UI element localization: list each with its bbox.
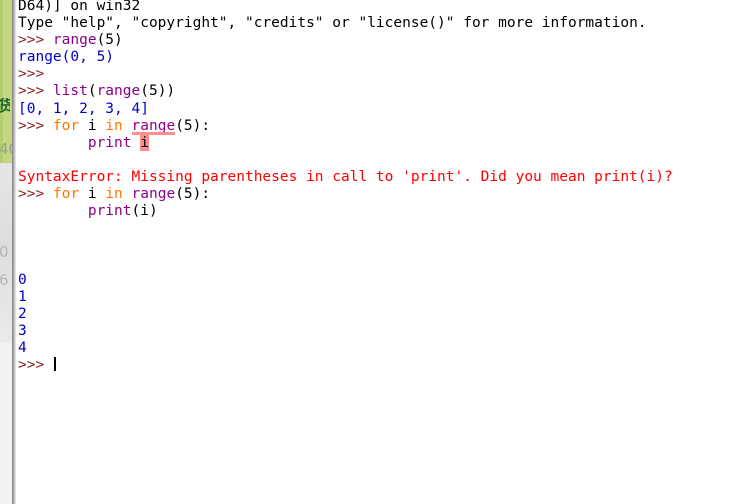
shell-line-banner-version[interactable]: D64)] on win32 [18,0,673,15]
shell-line-input-print-good[interactable]: print(i) [18,203,673,220]
shell-line-blank-2[interactable] [18,220,673,237]
token-keyword: in [105,186,123,203]
token-keyword: for [52,117,80,134]
shell-line-output-range05[interactable]: range(0, 5) [18,49,673,66]
token-builtin: list [52,83,88,100]
shell-line-blank-3[interactable] [18,237,673,254]
token-builtin-underline: range [131,117,176,134]
token-stderr: SyntaxError: Missing parentheses in call… [18,168,673,185]
token-builtin: print [87,134,132,151]
shell-line-output-4[interactable]: 4 [18,340,673,357]
token-normal [18,135,88,151]
token-normal: D64)] on win32 [18,0,141,14]
token-stdout: [0, 1, 2, 3, 4] [18,100,149,117]
shell-line-blank-4[interactable] [18,254,673,271]
background-number-40: 40 [0,142,12,157]
shell-line-prompt-active[interactable]: >>> [18,356,673,374]
token-stdout: 2 [18,305,27,322]
token-normal: (5): [175,186,211,203]
token-normal: (5)) [140,83,176,100]
token-normal: Type "help", "copyright", "credits" or "… [18,15,647,32]
text-caret [53,356,56,371]
token-stdout: 1 [18,288,27,305]
background-window-strip[interactable]: 货 40 0 6 [0,0,12,504]
background-green-edge [0,0,3,163]
shell-line-input-list-range5[interactable]: >>> list(range(5)) [18,83,673,100]
token-normal [18,203,88,219]
shell-line-output-2[interactable]: 2 [18,306,673,323]
token-error-highlight: i [140,134,149,151]
token-builtin: print [87,203,132,220]
shell-line-output-list[interactable]: [0, 1, 2, 3, 4] [18,101,673,118]
token-prompt: >>> [18,32,53,49]
token-normal [123,118,132,134]
background-number-0: 0 [0,245,9,260]
token-normal: (5): [175,117,211,134]
token-prompt: >>> [18,356,53,373]
token-normal: i [79,186,106,203]
token-prompt: >>> [18,83,53,100]
shell-line-blank-1[interactable] [18,152,673,169]
token-prompt: >>> [18,66,53,83]
shell-line-input-range5[interactable]: >>> range(5) [18,32,673,49]
token-builtin: range [52,32,97,49]
token-normal: (5) [96,32,123,49]
token-normal [123,186,132,202]
token-prompt: >>> [18,117,53,134]
token-builtin: range [96,83,141,100]
shell-line-banner-help[interactable]: Type "help", "copyright", "credits" or "… [18,15,673,32]
token-normal [132,135,141,151]
screen-root: 货 40 0 6 D64)] on win32Type "help", "cop… [0,0,731,504]
shell-line-output-0[interactable]: 0 [18,272,673,289]
shell-line-output-3[interactable]: 3 [18,323,673,340]
token-builtin: range [131,186,176,203]
shell-line-output-1[interactable]: 1 [18,289,673,306]
token-normal: (i) [131,203,158,220]
shell-transcript[interactable]: D64)] on win32 Type "help", "copyright", … [18,0,673,374]
idle-shell-text-area[interactable]: D64)] on win32 Type "help", "copyright", … [16,0,731,504]
shell-line-error-syntaxerror[interactable]: SyntaxError: Missing parentheses in call… [18,169,673,186]
token-normal: i [79,117,106,134]
background-number-6: 6 [0,273,9,288]
shell-line-prompt-empty[interactable]: >>> [18,66,673,83]
token-stdout: range(0, 5) [18,49,115,66]
token-stdout: 0 [18,271,27,288]
shell-line-input-for-good[interactable]: >>> for i in range(5): [18,186,673,203]
token-stdout: 3 [18,322,27,339]
token-keyword: in [105,117,123,134]
background-cjk-glyph: 货 [0,98,10,114]
token-stdout: 4 [18,339,27,356]
shell-line-input-for-bad[interactable]: >>> for i in range(5): [18,118,673,135]
token-normal: ( [87,83,97,100]
background-gray-lower [0,343,12,504]
shell-line-input-print-bad[interactable]: print i [18,134,673,152]
token-prompt: >>> [18,186,53,203]
token-keyword: for [52,186,80,203]
